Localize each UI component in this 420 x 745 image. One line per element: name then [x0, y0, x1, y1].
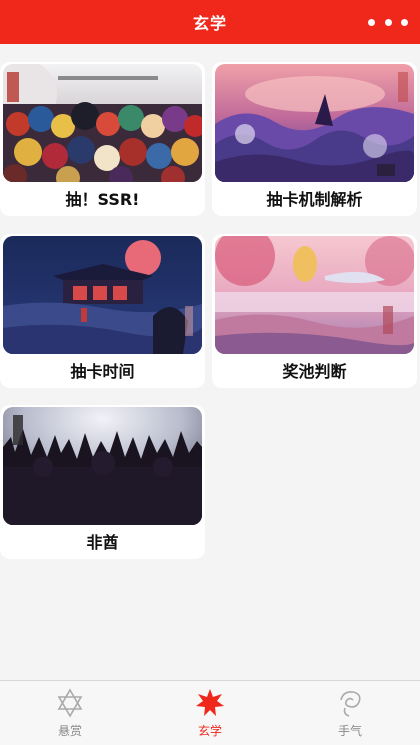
- card-label: 抽卡机制解析: [266, 190, 363, 209]
- star-burst-icon: [196, 689, 224, 716]
- card-label: 非酋: [86, 533, 119, 552]
- night-shrine-red-moon-illustration: [3, 236, 202, 354]
- bottom-tab-bar: 悬赏 玄学 手气: [0, 680, 420, 745]
- card-label: 抽！SSR!: [65, 190, 140, 209]
- tab-bounty[interactable]: 悬赏: [0, 681, 140, 745]
- tab-label: 手气: [337, 724, 362, 738]
- dark-crowd-silhouette-illustration: [3, 407, 202, 525]
- card-label: 抽卡时间: [70, 362, 135, 381]
- page-title: 玄学: [192, 14, 227, 33]
- shikigami-crowd-illustration: [3, 64, 202, 182]
- top-bar: 玄学: [0, 0, 420, 44]
- swirl-icon: [340, 691, 361, 717]
- hexagram-icon: [57, 688, 83, 718]
- tab-label: 玄学: [197, 724, 222, 738]
- tab-mystic[interactable]: 玄学: [140, 681, 280, 745]
- pink-cherry-blossom-illustration: [215, 236, 414, 354]
- purple-sea-waves-illustration: [215, 64, 414, 182]
- card-label: 奖池判断: [282, 362, 347, 381]
- card-unlucky[interactable]: 非酋: [0, 405, 205, 559]
- tab-luck[interactable]: 手气: [280, 681, 420, 745]
- card-draw-mechanism[interactable]: 抽卡机制解析: [212, 62, 417, 216]
- more-dots-icon[interactable]: [368, 12, 408, 32]
- card-pool-judge[interactable]: 奖池判断: [212, 234, 417, 388]
- card-draw-ssr[interactable]: 抽！SSR!: [0, 62, 205, 216]
- tab-label: 悬赏: [57, 724, 82, 738]
- card-draw-time[interactable]: 抽卡时间: [0, 234, 205, 388]
